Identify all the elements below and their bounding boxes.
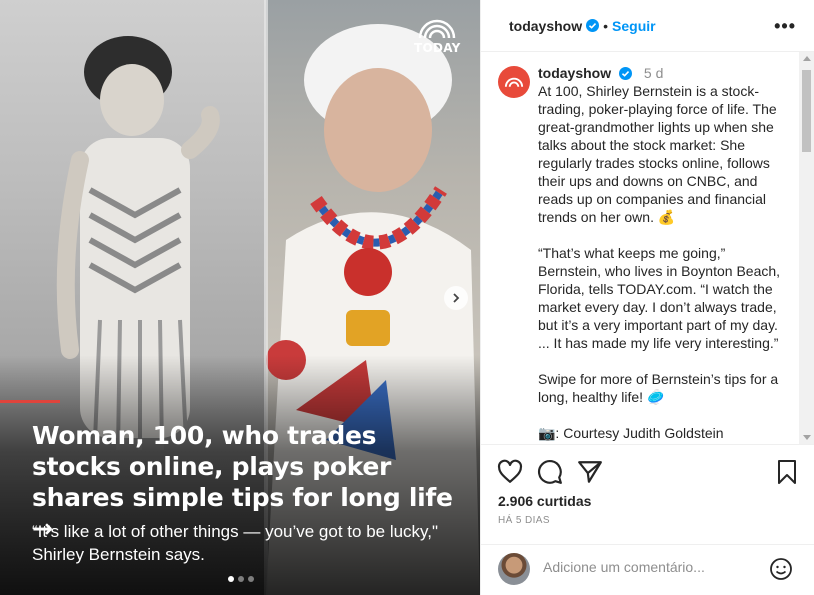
today-logo-text: TODAY xyxy=(414,41,461,55)
carousel-indicator xyxy=(228,576,254,582)
next-arrow-icon xyxy=(453,293,460,303)
caption-paragraph: “That’s what keeps me going,” Bernstein,… xyxy=(538,245,781,351)
caption-paragraph: At 100, Shirley Bernstein is a stock-tra… xyxy=(538,83,777,225)
caption-username[interactable]: todayshow xyxy=(538,65,611,81)
header-username[interactable]: todayshow xyxy=(509,18,582,34)
follow-button[interactable]: Seguir xyxy=(612,18,656,34)
likes-count[interactable]: 2.906 curtidas xyxy=(498,493,591,509)
carousel-dot xyxy=(228,576,234,582)
caption-age: 5 d xyxy=(643,65,664,81)
post-timestamp: HÁ 5 DIAS xyxy=(498,515,550,526)
carousel-dot xyxy=(238,576,244,582)
caption-paragraph: Swipe for more of Bernstein’s tips for a… xyxy=(538,371,779,405)
post-actions: 2.906 curtidas HÁ 5 DIAS xyxy=(481,444,814,544)
comment-bar xyxy=(481,544,814,595)
today-logo-icon: TODAY xyxy=(414,18,461,55)
avatar[interactable] xyxy=(498,66,530,98)
more-icon[interactable]: ••• xyxy=(774,16,796,37)
emoji-icon[interactable] xyxy=(769,557,793,581)
headline-accent-rule xyxy=(0,400,60,403)
verified-icon xyxy=(619,67,633,80)
post-header: todayshow • Seguir ••• xyxy=(481,0,814,52)
scroll-down-icon[interactable] xyxy=(803,435,811,440)
caption-scroll-area[interactable]: todayshow 5 d At 100, Shirley Bernstein … xyxy=(481,52,814,444)
comment-input[interactable] xyxy=(543,559,763,575)
heart-icon[interactable] xyxy=(497,459,523,485)
post-sidebar: todayshow • Seguir ••• todayshow 5 d At xyxy=(480,0,814,595)
caption-paragraph: 📷: Courtesy Judith Goldstein xyxy=(538,425,724,441)
separator-dot: • xyxy=(603,17,609,34)
post-media[interactable]: TODAY Woman, 100, who trades stocks onli… xyxy=(0,0,480,595)
post-quote: “It’s like a lot of other things — you’v… xyxy=(32,522,439,564)
caption-scrollbar[interactable] xyxy=(799,52,814,444)
avatar xyxy=(498,553,530,585)
comment-icon[interactable] xyxy=(537,459,563,485)
carousel-dot xyxy=(248,576,254,582)
post-caption: todayshow 5 d At 100, Shirley Bernstein … xyxy=(538,64,788,444)
today-logo-icon xyxy=(504,77,524,87)
share-icon[interactable] xyxy=(577,459,603,485)
scrollbar-thumb[interactable] xyxy=(802,70,811,152)
verified-icon xyxy=(586,19,600,32)
carousel-next-button[interactable] xyxy=(444,286,468,310)
bookmark-icon[interactable] xyxy=(775,459,799,485)
scroll-up-icon[interactable] xyxy=(803,56,811,61)
